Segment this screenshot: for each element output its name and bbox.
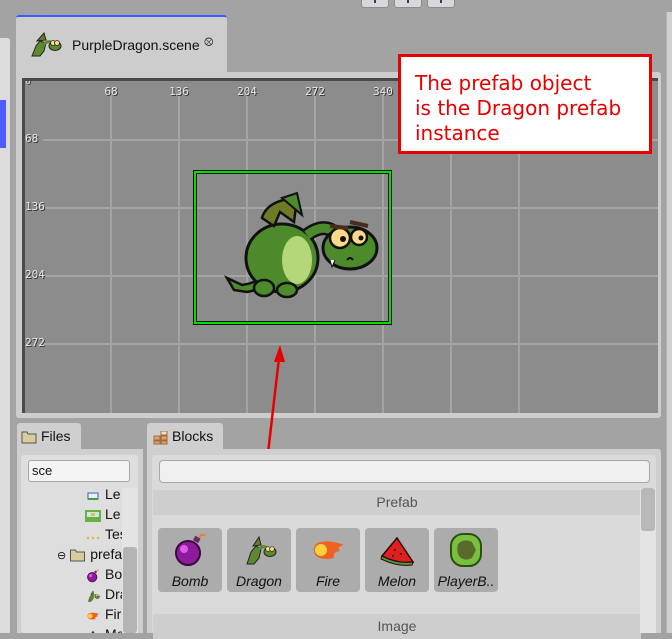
block-label: Melon bbox=[377, 573, 417, 589]
y-ruler-tick: 136 bbox=[25, 200, 45, 213]
file-tree-label: Le bbox=[105, 506, 121, 522]
player-bubble-icon bbox=[450, 533, 482, 567]
files-search-input[interactable]: sce bbox=[28, 460, 130, 482]
x-ruler-tick: 340 bbox=[373, 85, 393, 98]
block-label: Fire bbox=[315, 573, 341, 589]
x-ruler-tick: 68 bbox=[104, 85, 118, 98]
prefab-block-playerb[interactable]: PlayerB.. bbox=[434, 528, 498, 592]
folder-icon bbox=[21, 431, 37, 444]
y-ruler-tick: 204 bbox=[25, 268, 45, 281]
file-tree-item[interactable]: Le bbox=[85, 486, 121, 504]
dragon-icon bbox=[31, 31, 62, 57]
block-label: Bomb bbox=[171, 573, 209, 589]
tab-files[interactable]: Files bbox=[17, 423, 81, 451]
section-header-image[interactable]: Image bbox=[153, 614, 641, 639]
prefab-block-fire[interactable]: Fire bbox=[296, 528, 360, 592]
scene-image-icon bbox=[85, 510, 101, 523]
block-label: Dragon bbox=[236, 573, 282, 589]
annotation-callout: The prefab object is the Dragon prefab i… bbox=[398, 54, 652, 154]
grid-hline bbox=[43, 343, 658, 345]
section-header-prefab[interactable]: Prefab bbox=[153, 490, 641, 515]
files-tab-label: Files bbox=[41, 428, 71, 444]
file-tree-label: Tes bbox=[105, 526, 122, 542]
blocks-search-input[interactable] bbox=[159, 460, 650, 483]
x-ruler-tick: 272 bbox=[305, 85, 325, 98]
right-side-panel bbox=[666, 12, 672, 633]
close-icon[interactable]: ⮾ bbox=[204, 35, 214, 50]
file-tree-label: Fir bbox=[105, 606, 122, 622]
fire-icon bbox=[314, 541, 344, 559]
files-scrollbar-thumb[interactable] bbox=[123, 547, 137, 633]
block-label: PlayerB.. bbox=[437, 573, 495, 589]
tab-blocks[interactable]: Blocks bbox=[147, 423, 223, 451]
tab-purple-dragon-scene[interactable]: PurpleDragon.scene ⮾ bbox=[16, 15, 227, 73]
bomb-icon bbox=[87, 569, 100, 583]
bricks-icon bbox=[153, 431, 168, 445]
prefab-block-dragon[interactable]: Dragon bbox=[227, 528, 291, 592]
toolbar-button-2[interactable] bbox=[394, 0, 422, 8]
prefab-block-bomb[interactable]: Bomb bbox=[158, 528, 222, 592]
tab-label: PurpleDragon.scene bbox=[72, 37, 200, 53]
file-tree-item[interactable]: Tes bbox=[85, 526, 122, 544]
dragon-icon bbox=[246, 535, 277, 565]
file-tree-label: Me bbox=[105, 626, 122, 633]
x-ruler-tick: 204 bbox=[237, 85, 257, 98]
file-tree-label: prefa bbox=[90, 546, 122, 562]
x-ruler-tick: 136 bbox=[169, 85, 189, 98]
file-tree-item[interactable]: Dra bbox=[85, 586, 122, 604]
prefab-block-melon[interactable]: Melon bbox=[365, 528, 429, 592]
file-tree-label: Le bbox=[105, 486, 121, 502]
dots-icon bbox=[86, 537, 100, 540]
melon-icon bbox=[91, 631, 95, 633]
folder-icon bbox=[70, 549, 86, 562]
fire-icon bbox=[87, 612, 100, 620]
file-tree-label: Bo bbox=[105, 566, 122, 582]
file-tree-item[interactable]: Me bbox=[85, 626, 122, 633]
y-ruler-tick: 272 bbox=[25, 336, 45, 349]
collapse-toggle-icon[interactable]: ⊖ bbox=[57, 550, 66, 562]
toolbar-button-1[interactable] bbox=[361, 0, 389, 8]
dragon-sprite[interactable] bbox=[222, 190, 382, 305]
blocks-scrollbar-thumb[interactable] bbox=[641, 488, 655, 531]
files-tree: Le Le Tes ⊖ prefa Bo Dra Fir Me bbox=[21, 486, 122, 633]
melon-icon bbox=[380, 536, 415, 566]
y-ruler-tick: 68 bbox=[25, 132, 39, 145]
toolbar-button-3[interactable] bbox=[427, 0, 455, 8]
file-tree-item[interactable]: ⊖ prefa bbox=[57, 546, 122, 564]
x-origin-tick: 0 bbox=[25, 78, 31, 86]
blocks-tab-label: Blocks bbox=[172, 428, 214, 444]
bomb-icon bbox=[175, 533, 206, 566]
file-tree-item[interactable]: Fir bbox=[85, 606, 121, 624]
dragon-icon bbox=[88, 590, 100, 602]
scene-small-icon bbox=[87, 492, 99, 501]
file-tree-label: Dra bbox=[105, 586, 122, 602]
file-tree-item[interactable]: Bo bbox=[85, 566, 122, 584]
left-panel-selection-accent bbox=[0, 100, 6, 148]
file-tree-item[interactable]: Le bbox=[85, 506, 121, 524]
